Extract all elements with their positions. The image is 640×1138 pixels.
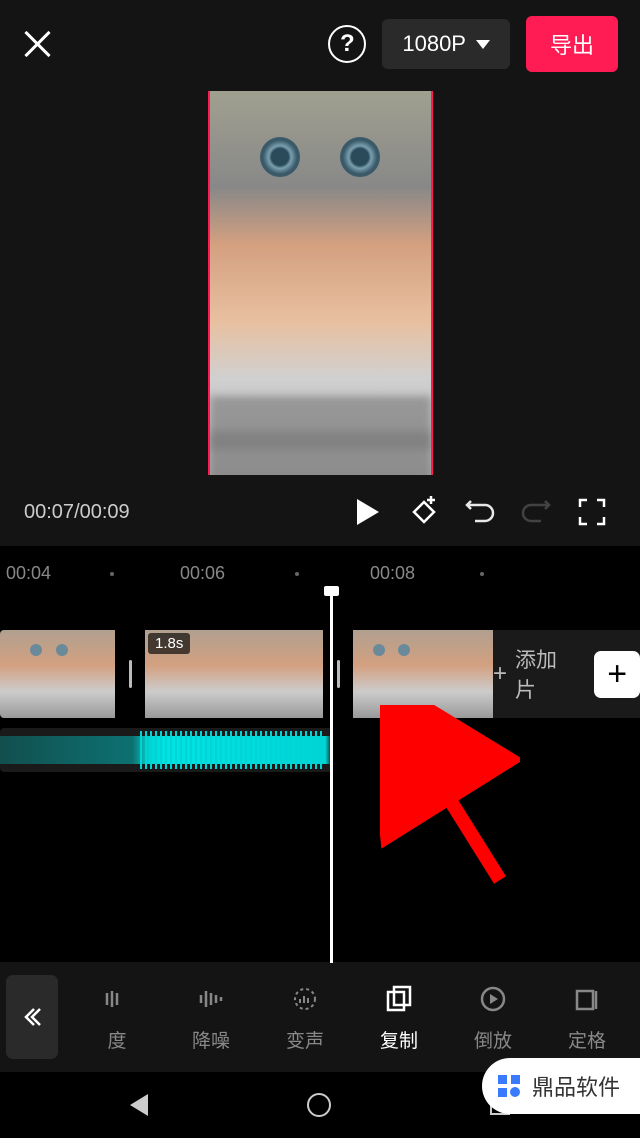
resolution-label: 1080P: [402, 31, 466, 57]
clip-duration-badge: 1.8s: [148, 633, 190, 654]
video-clip-2[interactable]: 1.8s: [145, 630, 323, 718]
time-ruler[interactable]: 00:04 00:06 00:08: [0, 546, 640, 594]
video-clip-1[interactable]: [0, 630, 115, 718]
undo-button[interactable]: [456, 488, 504, 536]
fullscreen-button[interactable]: [568, 488, 616, 536]
watermark-text: 鼎品软件: [532, 1070, 620, 1102]
timeline[interactable]: 1.8s + 添加片 +: [0, 594, 640, 964]
redo-button[interactable]: [512, 488, 560, 536]
video-clip-3[interactable]: [353, 630, 493, 718]
nav-back[interactable]: [130, 1094, 148, 1116]
keyframe-button[interactable]: [400, 488, 448, 536]
close-button[interactable]: [22, 29, 52, 59]
add-segment-label: 添加片: [515, 644, 576, 704]
chevron-down-icon: [476, 40, 490, 49]
video-frame: [208, 91, 433, 475]
timecode: 00:07/00:09: [24, 501, 130, 524]
tool-label: 变声: [286, 1026, 324, 1053]
bottom-toolbar: 度 降噪 变声 复制 倒放 定格: [0, 962, 640, 1072]
transition-handle[interactable]: [115, 660, 145, 688]
ruler-tick: 00:08: [370, 563, 415, 584]
ruler-tick: 00:06: [180, 563, 225, 584]
transition-handle[interactable]: [323, 660, 353, 688]
tool-speed[interactable]: 度: [81, 982, 153, 1053]
watermark-icon: [494, 1071, 524, 1101]
add-segment[interactable]: + 添加片 +: [493, 630, 640, 718]
tool-label: 度: [107, 1026, 126, 1053]
nav-home[interactable]: [307, 1093, 331, 1117]
tool-label: 降噪: [192, 1026, 230, 1053]
tool-voice[interactable]: 变声: [269, 982, 341, 1053]
tool-label: 复制: [380, 1026, 418, 1053]
tool-denoise[interactable]: 降噪: [175, 982, 247, 1053]
tool-copy[interactable]: 复制: [363, 982, 435, 1053]
tool-label: 倒放: [474, 1026, 512, 1053]
add-clip-button[interactable]: +: [594, 651, 640, 698]
tool-label: 定格: [568, 1026, 606, 1053]
play-button[interactable]: [344, 488, 392, 536]
help-icon[interactable]: ?: [328, 25, 366, 63]
export-button[interactable]: 导出: [526, 16, 618, 72]
ruler-tick: 00:04: [6, 563, 51, 584]
watermark-badge: 鼎品软件: [482, 1058, 640, 1114]
tool-freeze[interactable]: 定格: [551, 982, 623, 1053]
audio-track[interactable]: [0, 728, 332, 772]
tool-reverse[interactable]: 倒放: [457, 982, 529, 1053]
collapse-button[interactable]: [6, 975, 58, 1059]
resolution-dropdown[interactable]: 1080P: [382, 19, 510, 69]
playhead[interactable]: [330, 588, 333, 963]
video-preview[interactable]: [0, 88, 640, 478]
